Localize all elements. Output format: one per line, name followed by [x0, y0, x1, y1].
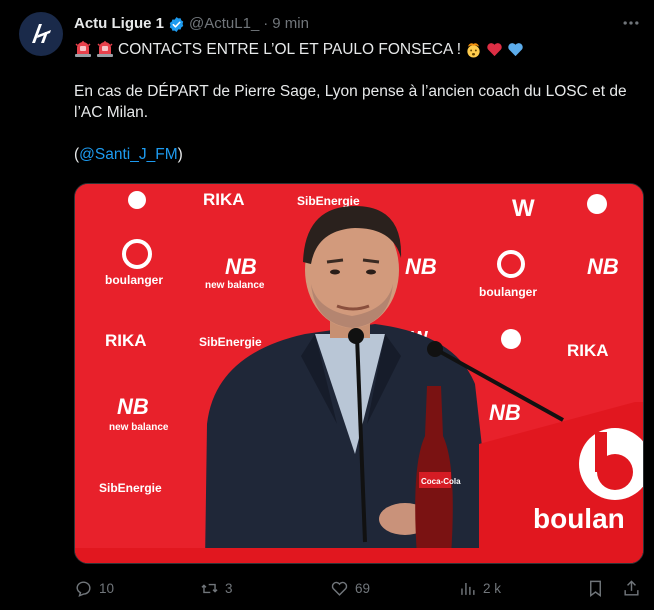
- mention-link[interactable]: @Santi_J_FM: [79, 146, 177, 163]
- tweet[interactable]: Actu Ligue 1 @ActuL1_ · 9 min CONTACTS E…: [0, 0, 654, 610]
- sponsor-sibe-3: SibEnergie: [99, 481, 162, 495]
- svg-text:NB: NB: [405, 254, 437, 279]
- sponsor-rika: RIKA: [203, 190, 245, 209]
- red-heart-icon: [487, 42, 502, 56]
- views-button[interactable]: 2 k: [458, 576, 501, 600]
- heart-icon: [331, 581, 348, 596]
- views-count: 2 k: [483, 580, 502, 596]
- sponsor-logo-icon: [128, 191, 146, 209]
- bottle-label: Coca-Cola: [421, 477, 461, 486]
- sponsor-newbalance-2: new balance: [109, 422, 169, 433]
- sponsor-rika-2: RIKA: [105, 331, 147, 350]
- headline-text: CONTACTS ENTRE L’OL ET PAULO FONSECA !: [118, 40, 462, 58]
- sponsor-rika-3: RIKA: [567, 341, 609, 360]
- verified-badge-icon: [169, 16, 184, 32]
- reply-icon: [76, 580, 91, 597]
- actu-ligue1-logo-icon: [32, 24, 51, 43]
- repost-count: 3: [225, 580, 233, 596]
- sponsor-boulanger: boulanger: [105, 273, 163, 287]
- sponsor-sibe: SibEnergie: [297, 194, 360, 208]
- tweet-image[interactable]: RIKA SibEnergie W boulanger NB new balan…: [74, 183, 644, 564]
- bookmark-icon: [590, 580, 601, 597]
- repost-button[interactable]: 3: [200, 576, 233, 600]
- action-bar: 10 3 69 2 k: [74, 576, 644, 600]
- sponsor-sibe-2: SibEnergie: [199, 335, 262, 349]
- share-button[interactable]: [622, 576, 641, 600]
- timestamp[interactable]: 9 min: [272, 14, 309, 34]
- handle[interactable]: @ActuL1_: [189, 14, 259, 34]
- views-chart-icon: [461, 582, 475, 595]
- press-conference-photo: RIKA SibEnergie W boulanger NB new balan…: [75, 184, 643, 563]
- blue-heart-icon: [508, 42, 523, 56]
- reply-button[interactable]: 10: [74, 576, 114, 600]
- paren-close: ): [177, 146, 183, 163]
- reply-count: 10: [99, 580, 115, 596]
- sponsor-boulanger-2: boulanger: [479, 285, 537, 299]
- exploding-head-icon: [467, 42, 480, 58]
- share-icon: [624, 579, 639, 596]
- more-dots-icon: [623, 21, 639, 25]
- tweet-header: Actu Ligue 1 @ActuL1_ · 9 min: [74, 14, 309, 34]
- svg-text:NB: NB: [117, 394, 149, 419]
- police-light-icon: [75, 41, 91, 57]
- tweet-text: CONTACTS ENTRE L’OL ET PAULO FONSECA ! E…: [74, 38, 640, 165]
- headline-line: CONTACTS ENTRE L’OL ET PAULO FONSECA !: [74, 38, 640, 60]
- svg-text:NB: NB: [587, 254, 619, 279]
- display-name[interactable]: Actu Ligue 1: [74, 14, 164, 34]
- more-options-button[interactable]: [620, 12, 642, 34]
- sponsor-w-logo: W: [512, 195, 535, 222]
- sponsor-logo-icon: [587, 194, 607, 214]
- sponsor-newbalance: new balance: [205, 280, 265, 291]
- svg-text:NB: NB: [225, 254, 257, 279]
- bookmark-button[interactable]: [586, 576, 605, 600]
- like-count: 69: [355, 580, 371, 596]
- repost-icon: [201, 583, 218, 593]
- source-line: (@Santi_J_FM): [74, 144, 640, 165]
- separator-dot: ·: [263, 15, 269, 32]
- police-light-icon: [97, 41, 113, 57]
- avatar[interactable]: [19, 12, 63, 56]
- desk-sign-text: boulan: [533, 503, 625, 534]
- body-text: En cas de DÉPART de Pierre Sage, Lyon pe…: [74, 83, 627, 121]
- svg-text:NB: NB: [489, 400, 521, 425]
- like-button[interactable]: 69: [330, 576, 370, 600]
